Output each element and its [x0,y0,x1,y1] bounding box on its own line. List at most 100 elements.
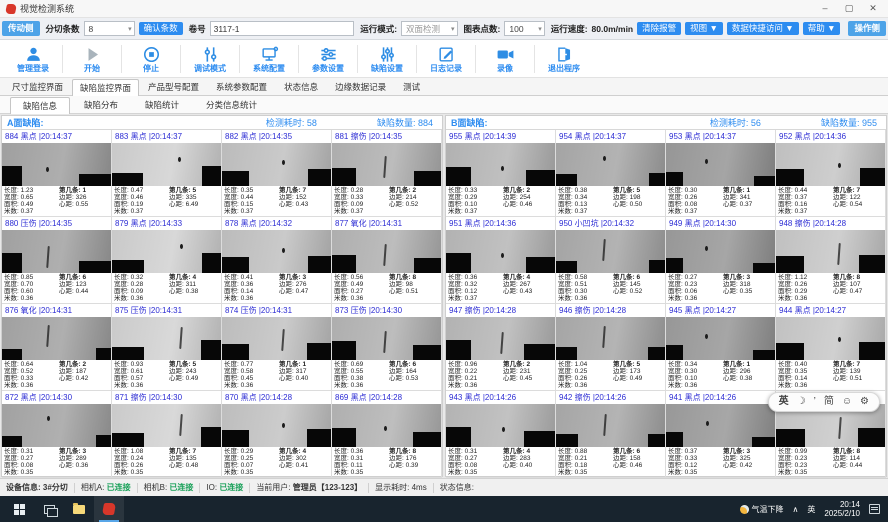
confirm-count-button[interactable]: 确认条数 [139,22,183,35]
chart-points-select[interactable]: 100▾ [504,21,544,36]
roll-number-input[interactable] [210,21,355,36]
clear-alarm-button[interactable]: 清除报警 [637,22,681,35]
defect-cell[interactable]: 877 氧化 |20:14:31 长度: 0.56 宽度: 0.49 面积: 0… [332,217,442,304]
ime-fullhalf-toggle[interactable]: ☽ [797,397,806,407]
defect-cell[interactable]: 878 黑点 |20:14:32 长度: 0.41 宽度: 0.36 面积: 0… [222,217,332,304]
defect-image[interactable] [222,143,331,186]
defect-image[interactable] [666,230,775,273]
subtab-缺陷统计[interactable]: 缺陷统计 [132,96,192,113]
defect-image[interactable] [556,143,665,186]
defect-cell[interactable]: 951 黑点 |20:14:36 长度: 0.36 宽度: 0.32 面积: 0… [446,217,556,304]
defect-cell[interactable]: 953 黑点 |20:14:37 长度: 0.30 宽度: 0.26 面积: 0… [666,130,776,217]
input-language-indicator[interactable]: 英 [807,504,815,515]
defect-image[interactable] [556,317,665,360]
operation-side-button[interactable]: 操作侧 [848,21,886,36]
defect-cell[interactable]: 945 黑点 |20:14:27 长度: 0.34 宽度: 0.30 面积: 0… [666,304,776,391]
defect-image[interactable] [446,230,555,273]
start-button[interactable] [4,496,34,522]
defect-cell[interactable]: 952 黑点 |20:14:36 长度: 0.44 宽度: 0.37 面积: 0… [776,130,886,217]
defect-cell[interactable]: 954 黑点 |20:14:37 长度: 0.38 宽度: 0.34 面积: 0… [556,130,666,217]
defect-cell[interactable]: 870 黑点 |20:14:28 长度: 0.29 宽度: 0.25 面积: 0… [222,391,332,478]
subtab-分类信息统计[interactable]: 分类信息统计 [193,96,270,113]
task-view-button[interactable] [34,496,64,522]
tab-边缘数据记录[interactable]: 边缘数据记录 [327,78,394,95]
tab-缺陷监控界面[interactable]: 缺陷监控界面 [72,79,139,96]
defect-image[interactable] [446,317,555,360]
defect-cell[interactable]: 941 黑点 |20:14:26 长度: 0.37 宽度: 0.33 面积: 0… [666,391,776,478]
defect-cell[interactable]: 946 擦伤 |20:14:28 长度: 1.04 宽度: 0.25 面积: 0… [556,304,666,391]
defect-image[interactable] [776,317,885,360]
exit-program-button[interactable]: 退出程序 [535,45,593,73]
defect-cell[interactable]: 884 黑点 |20:14:37 长度: 1.23 宽度: 0.65 面积: 0… [2,130,112,217]
defect-image[interactable] [222,230,331,273]
defect-cell[interactable]: 880 压伤 |20:14:35 长度: 0.85 宽度: 0.70 面积: 0… [2,217,112,304]
close-button[interactable]: ✕ [862,3,884,14]
inspection-app-taskbar-button[interactable] [94,496,124,522]
tray-expand-button[interactable]: ∧ [793,505,799,514]
defect-image[interactable] [112,143,221,186]
defect-image[interactable] [222,404,331,447]
tab-尺寸监控界面[interactable]: 尺寸监控界面 [4,78,71,95]
defect-image[interactable] [446,143,555,186]
defect-cell[interactable]: 944 黑点 |20:14:27 长度: 0.40 宽度: 0.35 面积: 0… [776,304,886,391]
defect-image[interactable] [556,404,665,447]
defect-image[interactable] [332,143,441,186]
debug-mode-button[interactable]: 调试模式 [181,45,239,73]
defect-image[interactable] [2,143,111,186]
defect-image[interactable] [112,317,221,360]
defect-cell[interactable]: 943 黑点 |20:14:26 长度: 0.31 宽度: 0.27 面积: 0… [446,391,556,478]
defect-image[interactable] [332,230,441,273]
defect-image[interactable] [556,230,665,273]
subtab-缺陷信息[interactable]: 缺陷信息 [10,97,70,114]
clock-widget[interactable]: 20:142025/2/10 [824,500,860,518]
defect-cell[interactable]: 947 擦伤 |20:14:28 长度: 0.96 宽度: 0.22 面积: 0… [446,304,556,391]
parameter-settings-button[interactable]: 参数设置 [299,45,357,73]
defect-image[interactable] [666,143,775,186]
defect-cell[interactable]: 955 黑点 |20:14:39 长度: 0.33 宽度: 0.29 面积: 0… [446,130,556,217]
run-mode-select[interactable]: 双面检测▾ [401,21,458,36]
defect-cell[interactable]: 873 压伤 |20:14:30 长度: 0.69 宽度: 0.55 面积: 0… [332,304,442,391]
weather-widget[interactable]: 气温下降 [740,504,784,515]
defect-image[interactable] [2,317,111,360]
defect-cell[interactable]: 871 擦伤 |20:14:30 长度: 1.08 宽度: 0.24 面积: 0… [112,391,222,478]
defect-cell[interactable]: 875 压伤 |20:14:31 长度: 0.93 宽度: 0.61 面积: 0… [112,304,222,391]
defect-image[interactable] [776,143,885,186]
defect-cell[interactable]: 872 黑点 |20:14:30 长度: 0.31 宽度: 0.27 面积: 0… [2,391,112,478]
defect-cell[interactable]: 942 擦伤 |20:14:26 长度: 0.88 宽度: 0.21 面积: 0… [556,391,666,478]
admin-login-button[interactable]: 管理登录 [4,45,62,73]
file-explorer-button[interactable] [64,496,94,522]
defect-cell[interactable]: 876 氧化 |20:14:31 长度: 0.64 宽度: 0.52 面积: 0… [2,304,112,391]
help-menu-button[interactable]: 帮助 ▼ [803,22,841,35]
defect-cell[interactable]: 948 擦伤 |20:14:28 长度: 1.12 宽度: 0.26 面积: 0… [776,217,886,304]
slit-count-select[interactable]: 8▾ [84,21,135,36]
ime-settings-button[interactable]: ⚙ [860,397,869,407]
data-quick-access-button[interactable]: 数据快捷访问 ▼ [727,22,799,35]
ime-punctuation-toggle[interactable]: ’ [814,397,816,407]
defect-cell[interactable]: 950 小凹坑 |20:14:32 长度: 0.58 宽度: 0.51 面积: … [556,217,666,304]
defect-image[interactable] [2,230,111,273]
transmission-side-button[interactable]: 传动侧 [2,21,40,36]
defect-cell[interactable]: 882 黑点 |20:14:35 长度: 0.35 宽度: 0.44 面积: 0… [222,130,332,217]
tab-测试[interactable]: 测试 [395,78,428,95]
view-menu-button[interactable]: 视图 ▼ [685,22,723,35]
defect-cell[interactable]: 879 黑点 |20:14:33 长度: 0.32 宽度: 0.28 面积: 0… [112,217,222,304]
log-record-button[interactable]: 日志记录 [417,45,475,73]
defect-cell[interactable]: 883 黑点 |20:14:37 长度: 0.47 宽度: 0.46 面积: 0… [112,130,222,217]
defect-settings-button[interactable]: 缺陷设置 [358,45,416,73]
defect-cell[interactable]: 881 擦伤 |20:14:35 长度: 0.28 宽度: 0.33 面积: 0… [332,130,442,217]
defect-cell[interactable]: 869 黑点 |20:14:28 长度: 0.36 宽度: 0.31 面积: 0… [332,391,442,478]
system-config-button[interactable]: 系统配置 [240,45,298,73]
defect-image[interactable] [2,404,111,447]
defect-cell[interactable]: 874 压伤 |20:14:31 长度: 0.77 宽度: 0.58 面积: 0… [222,304,332,391]
defect-image[interactable] [446,404,555,447]
start-button[interactable]: 开始 [63,45,121,73]
defect-image[interactable] [666,317,775,360]
defect-image[interactable] [666,404,775,447]
defect-image[interactable] [776,230,885,273]
defect-image[interactable] [332,317,441,360]
minimize-button[interactable]: – [814,3,836,14]
subtab-缺陷分布[interactable]: 缺陷分布 [71,96,131,113]
ime-simplified-toggle[interactable]: 简 [824,397,834,407]
defect-image[interactable] [112,230,221,273]
record-video-button[interactable]: 录像 [476,45,534,73]
